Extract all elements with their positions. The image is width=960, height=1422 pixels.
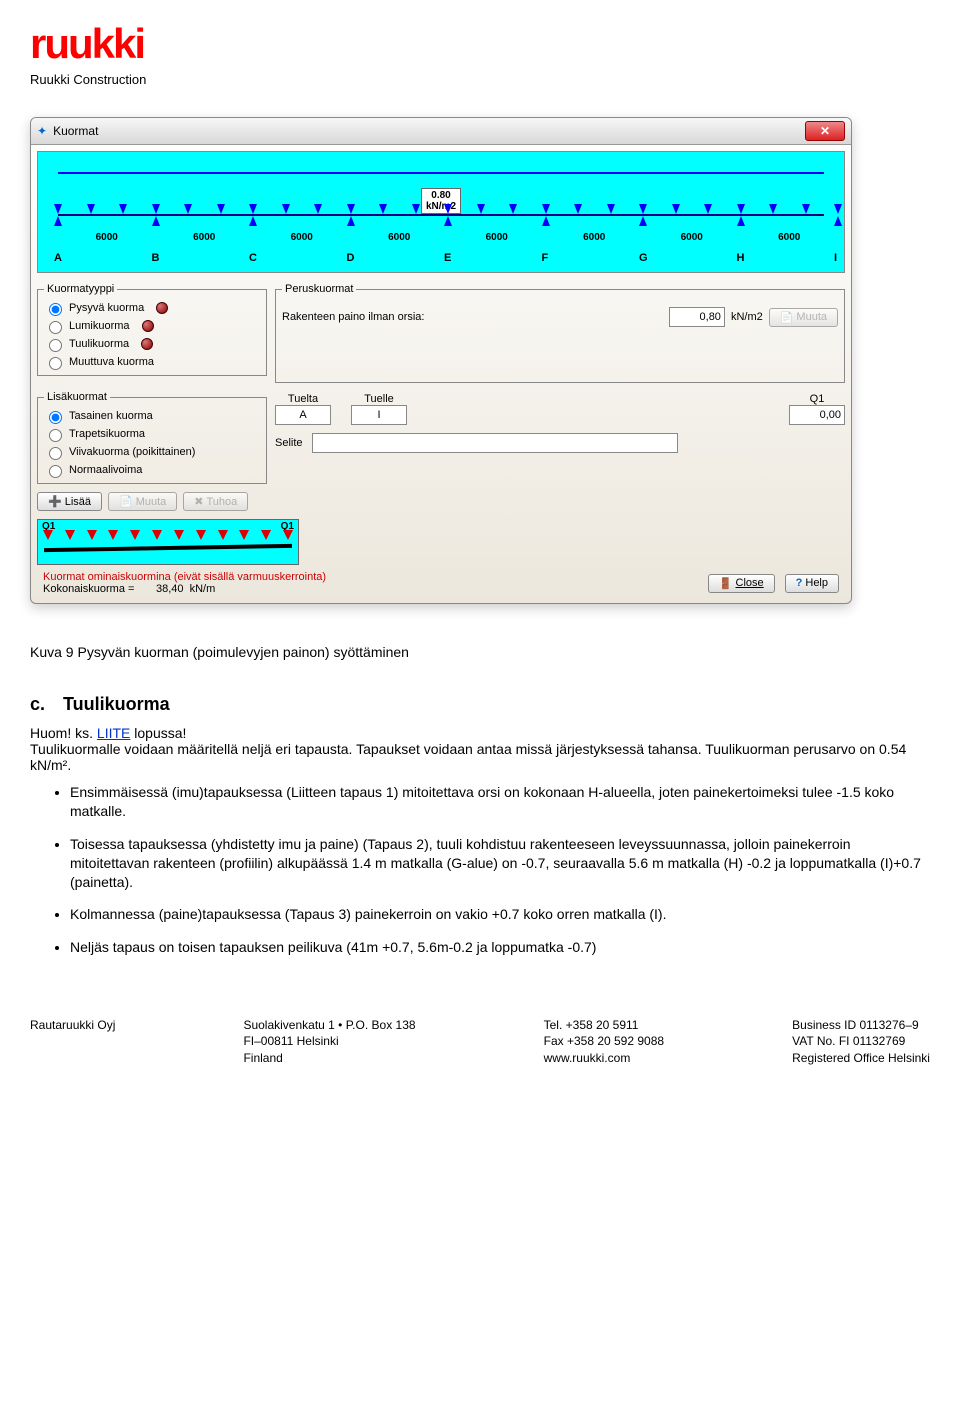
- lisakuormat-legend: Lisäkuormat: [44, 391, 110, 403]
- intro-para: Huom! ks. LIITE lopussa! Tuulikuormalle …: [30, 725, 930, 773]
- kuormatyyppi-legend: Kuormatyyppi: [44, 283, 117, 295]
- titlebar: ✦ Kuormat ✕: [31, 118, 851, 145]
- logo: ruukki: [30, 20, 930, 68]
- dialog-title: Kuormat: [53, 124, 98, 138]
- bullet-1: Ensimmäisessä (imu)tapauksessa (Liitteen…: [70, 783, 930, 821]
- figure-caption: Kuva 9 Pysyvän kuorman (poimulevyjen pai…: [30, 644, 930, 660]
- company-sub: Ruukki Construction: [30, 72, 930, 87]
- label-viiva: Viivakuorma (poikittainen): [69, 446, 195, 458]
- preview-diagram: Q1 Q1: [37, 519, 299, 565]
- radio-normaali[interactable]: [49, 465, 62, 478]
- page-footer: Rautaruukki Oyj Suolakivenkatu 1 • P.O. …: [30, 1017, 930, 1066]
- selite-input[interactable]: [312, 433, 678, 453]
- liite-link[interactable]: LIITE: [97, 725, 130, 741]
- load-value-label: 0.80kN/m2: [421, 188, 461, 214]
- total-unit: kN/m: [190, 583, 216, 595]
- tuelta-label: Tuelta: [288, 393, 318, 405]
- bullet-2: Toisessa tapauksessa (yhdistetty imu ja …: [70, 835, 930, 892]
- label-tasainen: Tasainen kuorma: [69, 410, 153, 422]
- paino-input[interactable]: [669, 307, 725, 327]
- bullet-icon: [142, 320, 154, 332]
- footer-col2: Suolakivenkatu 1 • P.O. Box 138FI–00811 …: [243, 1017, 415, 1066]
- radio-trapetsi[interactable]: [49, 429, 62, 442]
- total-value: 38,40: [137, 583, 183, 595]
- radio-pysyva[interactable]: [49, 303, 62, 316]
- radio-muuttuva[interactable]: [49, 357, 62, 370]
- bullet-list: Ensimmäisessä (imu)tapauksessa (Liitteen…: [30, 783, 930, 957]
- radio-tuuli[interactable]: [49, 339, 62, 352]
- footer-col4: Business ID 0113276–9VAT No. FI 01132769…: [792, 1017, 930, 1066]
- label-tuuli: Tuulikuorma: [69, 338, 129, 350]
- tuelle-input[interactable]: [351, 405, 407, 425]
- bullet-icon: [156, 302, 168, 314]
- kuormatyyppi-group: Kuormatyyppi Pysyvä kuorma Lumikuorma Tu…: [37, 283, 267, 376]
- tuhoa-button[interactable]: ✖ Tuhoa: [183, 492, 248, 511]
- load-diagram: 0.80kN/m2 // placeholder - arrows/labels…: [37, 151, 845, 273]
- total-label: Kokonaiskuorma =: [43, 583, 134, 595]
- footer-col3: Tel. +358 20 5911Fax +358 20 592 9088www…: [544, 1017, 664, 1066]
- kuormat-note: Kuormat ominaiskuormina (eivät sisällä v…: [43, 571, 326, 583]
- lisakuormat-group: Lisäkuormat Tasainen kuorma Trapetsikuor…: [37, 391, 267, 484]
- radio-lumi[interactable]: [49, 321, 62, 334]
- bullet-icon: [141, 338, 153, 350]
- paino-unit: kN/m2: [731, 311, 763, 323]
- radio-tasainen[interactable]: [49, 411, 62, 424]
- peruskuormat-group: Peruskuormat Rakenteen paino ilman orsia…: [275, 283, 845, 383]
- label-trapetsi: Trapetsikuorma: [69, 428, 145, 440]
- radio-viiva[interactable]: [49, 447, 62, 460]
- close-button[interactable]: 🚪 Close: [708, 574, 775, 593]
- bullet-4: Neljäs tapaus on toisen tapauksen peilik…: [70, 938, 930, 957]
- tuelta-input[interactable]: [275, 405, 331, 425]
- paino-change-button[interactable]: 📄 Muuta: [769, 308, 838, 327]
- q1-label: Q1: [810, 393, 825, 405]
- section-heading: c. Tuulikuorma: [30, 694, 930, 715]
- label-pysyva: Pysyvä kuorma: [69, 302, 144, 314]
- kuormat-dialog: ✦ Kuormat ✕ 0.80kN/m2 // placeholder - a…: [30, 117, 852, 604]
- selite-label: Selite: [275, 437, 303, 449]
- label-lumi: Lumikuorma: [69, 320, 130, 332]
- dialog-icon: ✦: [37, 124, 47, 138]
- peruskuormat-legend: Peruskuormat: [282, 283, 356, 295]
- muuta-button[interactable]: 📄 Muuta: [108, 492, 177, 511]
- close-icon[interactable]: ✕: [805, 121, 845, 141]
- label-muuttuva: Muuttuva kuorma: [69, 356, 154, 368]
- label-normaali: Normaalivoima: [69, 464, 142, 476]
- paino-label: Rakenteen paino ilman orsia:: [282, 311, 663, 323]
- q1-input[interactable]: [789, 405, 845, 425]
- help-button[interactable]: ? Help: [785, 574, 839, 593]
- tuelle-label: Tuelle: [364, 393, 394, 405]
- footer-col1: Rautaruukki Oyj: [30, 1017, 115, 1066]
- bullet-3: Kolmannessa (paine)tapauksessa (Tapaus 3…: [70, 905, 930, 924]
- lisaa-button[interactable]: ➕ Lisää: [37, 492, 102, 511]
